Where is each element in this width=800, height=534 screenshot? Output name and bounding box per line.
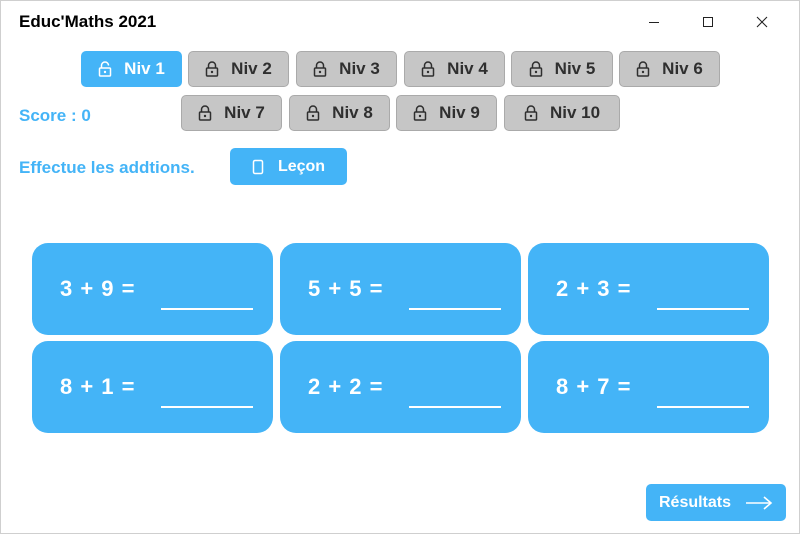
level-label: Niv 5 — [554, 59, 596, 78]
equation-text: 2 + 3 = — [556, 276, 632, 301]
instruction-text: Effectue les addtions. — [19, 158, 195, 177]
equation-text: 8 + 7 = — [556, 374, 632, 399]
level-button-10[interactable]: Niv 10 — [504, 95, 620, 131]
level-label: Niv 9 — [439, 103, 480, 122]
exercise-card-5: 2 + 2 = — [280, 341, 521, 433]
close-icon — [756, 16, 768, 28]
results-button-label: Résultats — [658, 493, 732, 511]
level-label: Niv 2 — [231, 59, 272, 78]
app-window: Educ'Maths 2021 Niv 1 Niv 2 Niv 3 Niv 4 … — [0, 0, 800, 534]
level-button-4[interactable]: Niv 4 — [404, 51, 505, 87]
lock-icon — [306, 105, 320, 121]
level-button-3[interactable]: Niv 3 — [296, 51, 397, 87]
level-button-8[interactable]: Niv 8 — [289, 95, 390, 131]
exercise-card-3: 2 + 3 = — [528, 243, 769, 335]
answer-input[interactable] — [657, 384, 749, 408]
close-button[interactable] — [739, 1, 785, 43]
lock-icon — [529, 61, 542, 77]
equation-text: 2 + 2 = — [308, 374, 384, 399]
equation-text: 5 + 5 = — [308, 276, 384, 301]
lock-icon — [205, 61, 219, 77]
level-label: Niv 6 — [662, 59, 703, 78]
level-button-5[interactable]: Niv 5 — [511, 51, 613, 87]
lesson-button-label: Leçon — [277, 157, 326, 175]
level-button-7[interactable]: Niv 7 — [181, 95, 282, 131]
level-label: Niv 10 — [549, 103, 601, 122]
answer-input[interactable] — [657, 286, 749, 310]
window-title: Educ'Maths 2021 — [19, 12, 157, 31]
answer-input[interactable] — [161, 384, 253, 408]
equation-text: 3 + 9 = — [60, 276, 136, 301]
level-button-9[interactable]: Niv 9 — [396, 95, 497, 131]
results-button[interactable]: Résultats — [646, 484, 786, 521]
answer-input[interactable] — [409, 286, 501, 310]
level-label: Niv 7 — [224, 103, 265, 122]
lock-icon — [636, 61, 650, 77]
lock-icon — [313, 61, 327, 77]
minimize-icon — [649, 22, 659, 23]
exercise-card-6: 8 + 7 = — [528, 341, 769, 433]
unlock-icon — [98, 61, 112, 77]
level-label: Niv 4 — [447, 59, 488, 78]
exercise-card-2: 5 + 5 = — [280, 243, 521, 335]
lock-icon — [198, 105, 212, 121]
minimize-button[interactable] — [631, 1, 677, 43]
score-label: Score : 0 — [19, 106, 91, 125]
lesson-button[interactable]: Leçon — [230, 148, 347, 185]
level-label: Niv 3 — [339, 59, 380, 78]
title-bar: Educ'Maths 2021 — [1, 1, 800, 43]
maximize-icon — [703, 17, 713, 27]
equation-text: 8 + 1 = — [60, 374, 136, 399]
lock-icon — [413, 105, 427, 121]
book-icon — [252, 159, 264, 174]
level-label: Niv 8 — [332, 103, 373, 122]
level-button-6[interactable]: Niv 6 — [619, 51, 720, 87]
maximize-button[interactable] — [685, 1, 731, 43]
exercise-card-4: 8 + 1 = — [32, 341, 273, 433]
level-button-1[interactable]: Niv 1 — [81, 51, 182, 87]
level-button-2[interactable]: Niv 2 — [188, 51, 289, 87]
lock-icon — [421, 61, 435, 77]
level-label: Niv 1 — [124, 59, 165, 78]
arrow-right-icon — [746, 495, 773, 510]
lock-icon — [524, 105, 538, 121]
answer-input[interactable] — [409, 384, 501, 408]
answer-input[interactable] — [161, 286, 253, 310]
exercise-card-1: 3 + 9 = — [32, 243, 273, 335]
